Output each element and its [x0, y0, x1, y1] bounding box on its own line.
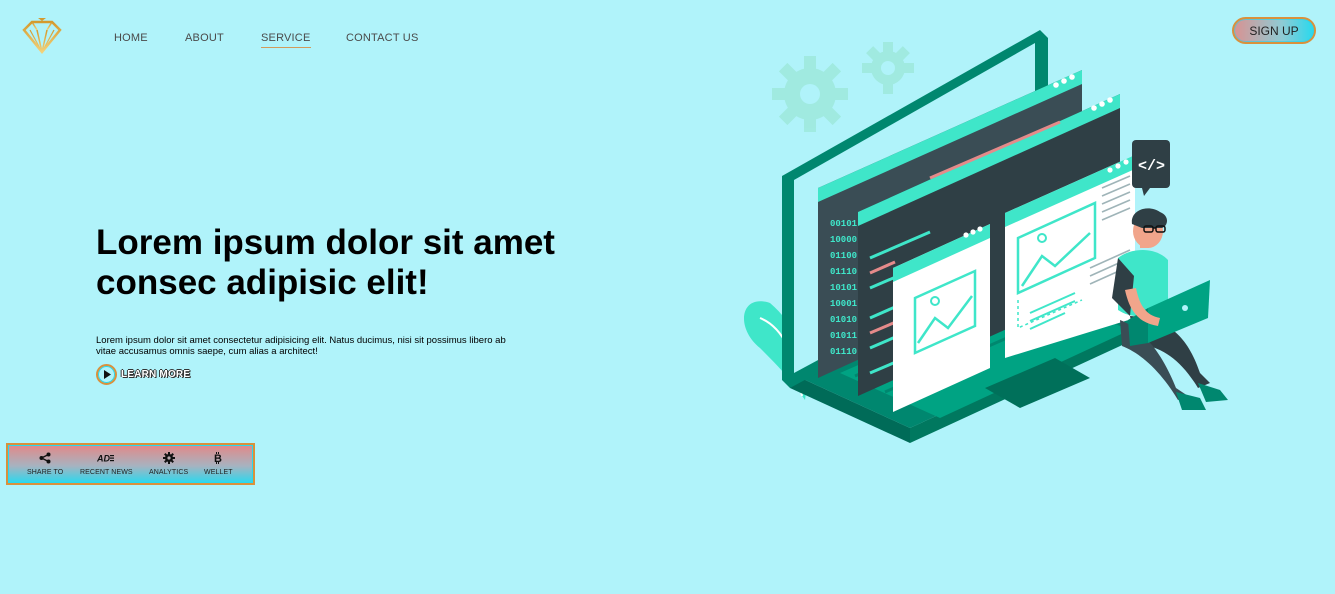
- code-badge-icon: </>: [1132, 140, 1170, 196]
- dock-label-recent-news: RECENT NEWS: [80, 469, 133, 476]
- play-icon: [96, 364, 117, 385]
- dock-label-wellet: WELLET: [204, 469, 233, 476]
- share-icon: [39, 451, 51, 465]
- hero-title: Lorem ipsum dolor sit amet consec adipis…: [96, 223, 555, 302]
- dock-item-wellet[interactable]: B WELLET: [204, 451, 233, 476]
- svg-text:10000: 10000: [830, 235, 857, 245]
- nav-service[interactable]: SERVICE: [261, 32, 346, 48]
- dock-label-share: SHARE TO: [27, 469, 64, 476]
- svg-text:10001: 10001: [830, 299, 858, 309]
- hero-description: Lorem ipsum dolor sit amet consectetur a…: [96, 335, 506, 357]
- nav-about[interactable]: ABOUT: [185, 32, 261, 48]
- gear-icon: [162, 451, 175, 465]
- svg-text:01011: 01011: [830, 331, 858, 341]
- bitcoin-icon: B: [213, 451, 223, 465]
- svg-text:01100: 01100: [830, 251, 857, 261]
- main-nav: HOME ABOUT SERVICE CONTACT US: [114, 32, 419, 48]
- learn-more-button[interactable]: LEARN MORE: [96, 364, 190, 385]
- dock-item-recent-news[interactable]: AD RECENT NEWS: [80, 451, 133, 477]
- diamond-logo[interactable]: [20, 16, 64, 56]
- svg-text:</>: </>: [1138, 158, 1165, 175]
- hero-illustration: 00101 10000 01100 01110 10101 10001 01010 010…: [730, 28, 1250, 490]
- dock-item-share[interactable]: SHARE TO: [27, 451, 63, 476]
- svg-text:AD: AD: [97, 454, 110, 464]
- nav-contact-us[interactable]: CONTACT US: [346, 32, 419, 48]
- nav-home[interactable]: HOME: [114, 32, 185, 48]
- signup-label: SIGN UP: [1249, 23, 1299, 38]
- svg-text:01110: 01110: [830, 267, 857, 277]
- svg-text:01010: 01010: [830, 315, 857, 325]
- dock-item-analytics[interactable]: ANALYTICS: [149, 451, 188, 476]
- dock-label-analytics: ANALYTICS: [149, 469, 189, 476]
- quick-action-dock: SHARE TO AD RECENT NEWS ANALYTICS B WELL…: [6, 443, 255, 485]
- learn-more-label: LEARN MORE: [121, 369, 191, 380]
- ad-icon: AD: [97, 451, 115, 465]
- svg-text:01110: 01110: [830, 347, 857, 357]
- svg-text:00101: 00101: [830, 219, 858, 229]
- svg-text:10101: 10101: [830, 283, 858, 293]
